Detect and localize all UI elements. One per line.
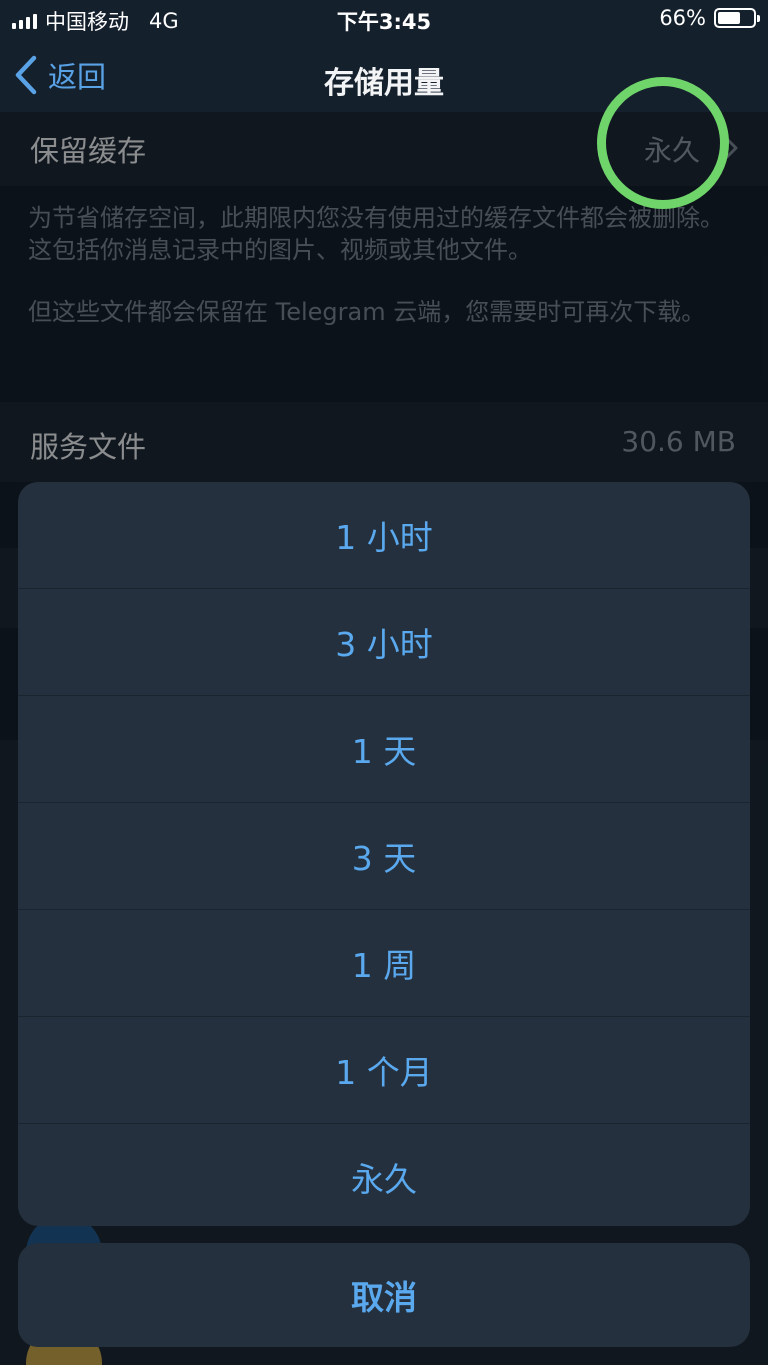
option-3-days[interactable]: 3 天 — [18, 803, 750, 910]
option-1-month[interactable]: 1 个月 — [18, 1017, 750, 1124]
option-3-hours[interactable]: 3 小时 — [18, 589, 750, 696]
status-right: 66% — [659, 6, 760, 30]
battery-cap — [757, 15, 760, 22]
option-1-week[interactable]: 1 周 — [18, 910, 750, 1017]
status-time: 下午3:45 — [336, 10, 432, 34]
option-forever[interactable]: 永久 — [18, 1124, 750, 1226]
battery-percent: 66% — [659, 6, 706, 30]
option-1-day[interactable]: 1 天 — [18, 696, 750, 803]
screen: 中国移动 4G 下午3:45 66% 返回 存储用量 保留缓存 永久 为节省储存 — [0, 0, 768, 1365]
action-sheet: 1 小时 3 小时 1 天 3 天 1 周 1 个月 永久 — [18, 482, 750, 1226]
option-1-hour[interactable]: 1 小时 — [18, 482, 750, 589]
status-bar: 中国移动 4G 下午3:45 66% — [0, 0, 768, 40]
battery-fill — [718, 12, 740, 24]
cancel-button[interactable]: 取消 — [18, 1243, 750, 1347]
highlight-circle — [597, 77, 729, 209]
battery-icon — [714, 8, 760, 28]
